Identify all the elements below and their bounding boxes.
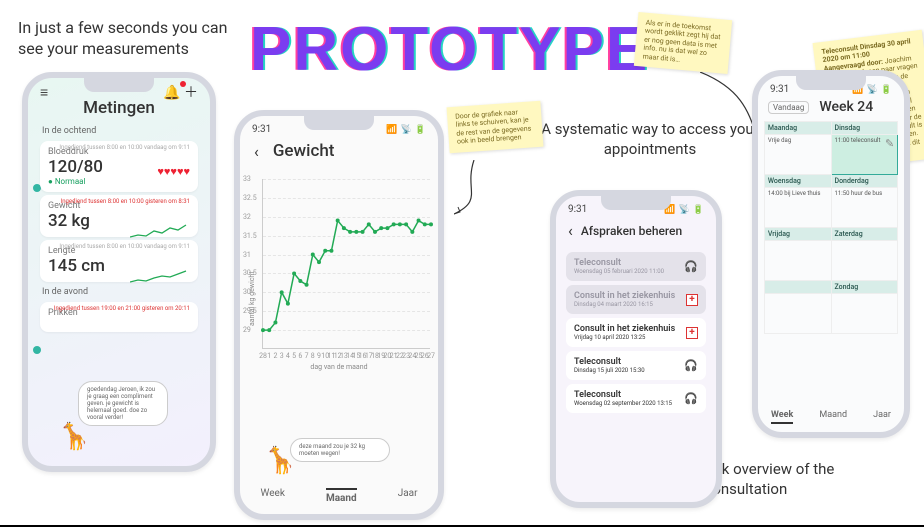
plus-icon[interactable]: ＋ — [184, 85, 198, 101]
phone-week-overview: 9:31 📶📡🔋 Vandaag Week 24 MaandagDinsdagV… — [752, 70, 910, 438]
hospital-icon — [686, 294, 698, 306]
tab-year[interactable]: Jaar — [398, 488, 418, 504]
battery-icon: 🔋 — [881, 85, 892, 95]
wifi-icon: 📡 — [867, 85, 878, 95]
appointment-item[interactable]: TeleconsultDinsdag 15 juli 2020 15:30🎧 — [566, 351, 706, 380]
appointment-item[interactable]: TeleconsultWoensdag 05 februari 2020 11:… — [566, 252, 706, 281]
back-icon[interactable]: ‹ — [254, 142, 259, 161]
signal-icon: 📶 — [386, 125, 397, 135]
wifi-icon: 📡 — [401, 125, 412, 135]
section-morning: In de ochtend — [28, 124, 210, 138]
tab-month[interactable]: Maand — [819, 410, 847, 424]
appointment-item[interactable]: Consult in het ziekenhuisDinsdag 04 maar… — [566, 285, 706, 314]
battery-icon: 🔋 — [693, 205, 704, 215]
week-table[interactable]: MaandagDinsdagVrije dag11:00 teleconsult… — [764, 121, 898, 334]
tab-week[interactable]: Week — [261, 488, 285, 504]
tagline-appointments: A systematic way to access your appointm… — [540, 120, 760, 159]
phone-measurements: ≡ 🔔 ＋ Metingen In de ochtend Bloeddruk 1… — [22, 72, 216, 472]
wifi-icon: 📡 — [679, 205, 690, 215]
clock-label: 9:31 — [252, 124, 271, 135]
chart-xlabel: dag van de maand — [240, 363, 438, 371]
page-title: Week 24 — [819, 99, 873, 115]
battery-icon: 🔋 — [415, 125, 426, 135]
giraffe-mascot-icon: 🦒 — [264, 446, 296, 476]
appointment-item[interactable]: TeleconsultWoensdag 02 september 2020 13… — [566, 384, 706, 413]
section-evening: In de avond — [28, 285, 210, 299]
hospital-icon — [686, 327, 698, 339]
hearts-icon: ♥♥♥♥♥ — [157, 165, 190, 178]
tagline-measurements: In just a few seconds you can see your m… — [18, 18, 228, 60]
sparkline-icon — [130, 268, 190, 284]
headset-icon: 🎧 — [684, 260, 698, 273]
sparkline-icon — [130, 223, 190, 239]
hero-title: PROTOTYPE — [250, 14, 649, 85]
card-bloeddruk[interactable]: Bloeddruk 120/80 ● Normaal Ingediend tus… — [40, 141, 198, 192]
menu-icon[interactable]: ≡ — [40, 84, 48, 101]
today-button[interactable]: Vandaag — [768, 101, 809, 114]
sticky-note-future: Als er in de toekomst wordt geklikt zegt… — [634, 12, 732, 74]
page-title: Afspraken beheren — [581, 224, 682, 238]
back-icon[interactable]: ‹ — [568, 221, 573, 240]
headset-icon: 🎧 — [684, 359, 698, 372]
headset-icon: 🎧 — [684, 392, 698, 405]
phone-weight-chart: 9:31 📶 📡🔋 ‹ Gewicht aantal kg gewicht 292… — [234, 110, 444, 520]
tab-year[interactable]: Jaar — [873, 410, 891, 424]
bell-icon[interactable]: 🔔 — [163, 85, 180, 101]
clock-label: 9:31 — [770, 84, 789, 95]
page-title: Gewicht — [273, 141, 335, 161]
giraffe-speech: deze maand zou je 32 kg moeten wegen! — [290, 438, 390, 462]
sticky-note-chart: Door de grafiek naar links te schuiven, … — [447, 101, 544, 153]
card-lengte[interactable]: Lengte 145 cm Ingediend tussen 8:00 en 1… — [40, 240, 198, 282]
card-gewicht[interactable]: Gewicht 32 kg Ingediend tussen 8:00 en 1… — [40, 195, 198, 237]
chart-ylabel: aantal kg gewicht — [248, 271, 256, 326]
weight-chart[interactable]: 2929.53030.53131.53232.53328123456789101… — [262, 179, 430, 349]
giraffe-mascot-icon: 🦒 — [58, 422, 90, 452]
clock-label: 9:31 — [568, 204, 587, 215]
tab-week[interactable]: Week — [771, 410, 793, 424]
giraffe-speech: goedendag Jeroen, ik zou je graag een co… — [78, 381, 168, 426]
appointment-item[interactable]: Consult in het ziekenhuisVrijdag 10 apri… — [566, 318, 706, 347]
card-prikken[interactable]: Prikken Ingediend tussen 19:00 en 21:00 … — [40, 302, 198, 332]
phone-appointments: 9:31 📶📡🔋 ‹ Afspraken beheren Teleconsult… — [550, 190, 722, 508]
tab-month[interactable]: Maand — [326, 488, 357, 504]
